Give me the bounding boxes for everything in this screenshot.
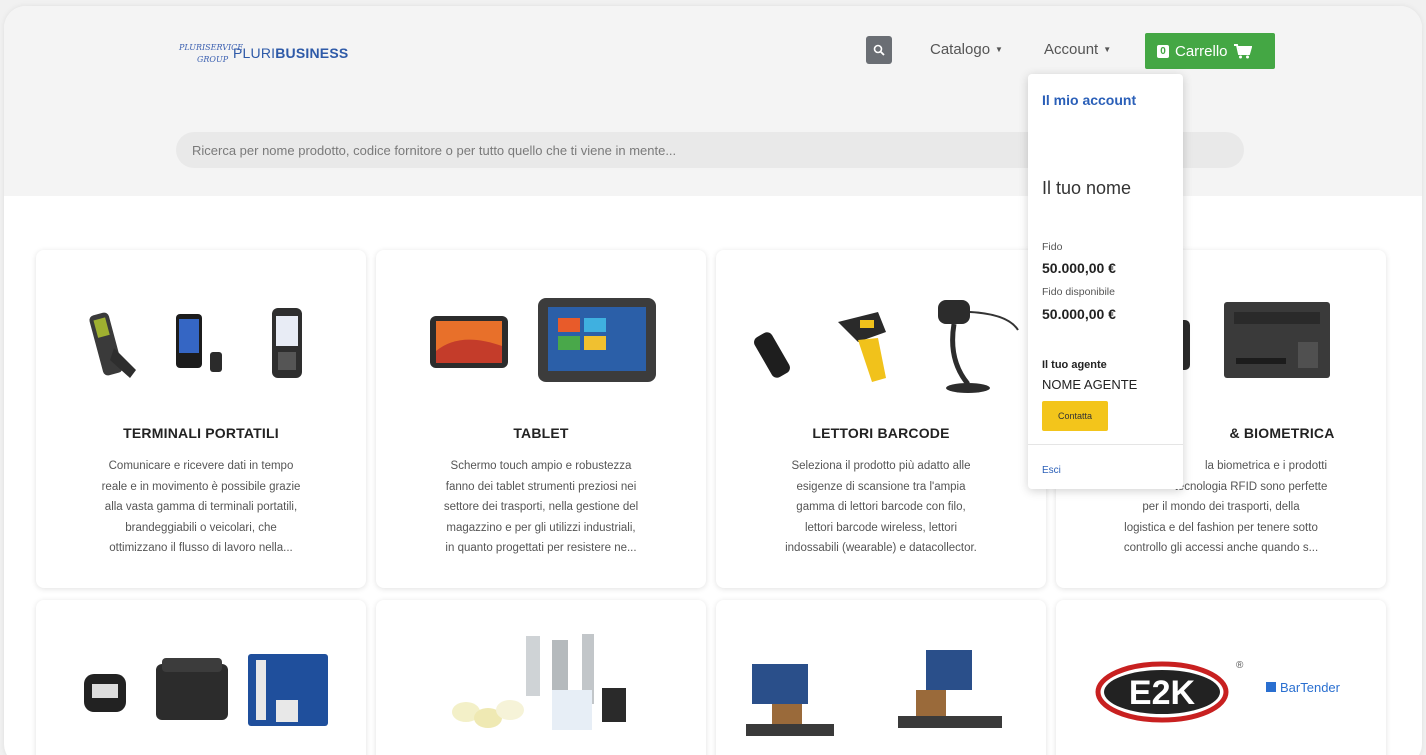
description-line: settore dei trasporti, nella gestione de…	[443, 501, 639, 513]
category-card-stampanti[interactable]	[36, 600, 366, 755]
logo-mark-word: GROUP	[197, 55, 229, 64]
handheld-terminals-image	[89, 308, 302, 378]
pluriservice-group-logo-mark: PLURISERVICE GROUP	[179, 39, 243, 67]
description-line: Schermo touch ampio e robustezza	[450, 460, 632, 472]
credit-value: 50.000,00 €	[1042, 260, 1116, 276]
cart-count-badge: 0	[1157, 44, 1169, 58]
my-account-link[interactable]: Il mio account	[1042, 92, 1136, 108]
agent-label: Il tuo agente	[1042, 359, 1107, 371]
user-name: Il tuo nome	[1042, 178, 1132, 198]
label-printers-image	[84, 654, 328, 726]
category-title: & BIOMETRICA	[1229, 425, 1335, 441]
category-title: TERMINALI PORTATILI	[123, 425, 279, 441]
app-window: PLURISERVICE GROUP PLURIBUSINESS Catalog…	[4, 6, 1422, 755]
e2k-logo-text: E2K	[1129, 674, 1196, 712]
shopping-cart-icon	[1233, 43, 1252, 58]
description-line: alla vasta gamma di terminali portatili,	[104, 501, 298, 513]
account-dropdown: Il mio account Il tuo nome Fido 50.000,0…	[1028, 74, 1183, 489]
description-line: fanno dei tablet strumenti preziosi nei	[445, 480, 637, 493]
category-card-terminali[interactable]: TERMINALI PORTATILI Comunicare e ricever…	[36, 250, 366, 588]
bartender-logo-text: BarTender	[1280, 680, 1341, 695]
category-card-etichettatrici[interactable]	[716, 600, 1046, 755]
description-line: Comunicare e ricevere dati in tempo	[108, 460, 294, 472]
category-card-tablet[interactable]: TABLET Schermo touch ampio e robustezza …	[376, 250, 706, 588]
category-title: LETTORI BARCODE	[812, 425, 950, 441]
e2k-bartender-logos: E2K ® BarTender	[1095, 660, 1341, 723]
labeling-machines-image	[746, 650, 1002, 736]
available-credit-value: 50.000,00 €	[1042, 306, 1116, 322]
logout-link[interactable]: Esci	[1042, 465, 1061, 476]
search-icon	[873, 44, 885, 56]
category-description: Schermo touch ampio e robustezza fanno d…	[404, 456, 678, 559]
logo-text: PLURIBUSINESS	[233, 45, 348, 61]
description-line: esigenze di scansione tra l'ampia	[796, 480, 966, 493]
logo-text-bold: BUSINESS	[275, 45, 349, 61]
barcode-scanners-image	[754, 300, 1019, 393]
logo-mark-word: PLURISERVICE	[179, 43, 244, 52]
site-header: PLURISERVICE GROUP PLURIBUSINESS Catalog…	[4, 6, 1422, 196]
description-line: reale e in movimento è possibile grazie	[101, 480, 301, 493]
description-line: indossabili (wearable) e datacollector.	[785, 542, 977, 554]
description-line: Seleziona il prodotto più adatto alle	[791, 460, 971, 472]
category-card-consumabili[interactable]	[376, 600, 706, 755]
catalog-menu[interactable]: Catalogo ▼	[930, 41, 1003, 58]
description-line: brandeggiabili o veicolari, che	[125, 521, 277, 534]
caret-down-icon: ▼	[995, 45, 1003, 54]
category-description: Seleziona il prodotto più adatto alle es…	[744, 456, 1018, 559]
registered-mark: ®	[1236, 660, 1244, 671]
caret-down-icon: ▼	[1103, 45, 1112, 54]
account-menu[interactable]: Account ▼	[1044, 41, 1111, 58]
available-credit-label: Fido disponibile	[1042, 286, 1115, 298]
cart-label: Carrello	[1175, 42, 1228, 60]
credit-label: Fido	[1042, 241, 1063, 253]
description-line: in quanto progettati per resistere ne...	[445, 542, 637, 554]
description-line: gamma di lettori barcode con filo,	[796, 501, 966, 513]
description-line: logistica e del fashion per tenere sotto	[1124, 521, 1318, 534]
description-line: per il mondo dei trasporti, della	[1142, 501, 1300, 513]
account-menu-label: Account	[1044, 41, 1099, 58]
category-card-software[interactable]: E2K ® BarTender	[1056, 600, 1386, 755]
search-button[interactable]	[866, 36, 892, 64]
description-line: lettori barcode wireless, lettori	[804, 521, 958, 534]
catalog-menu-label: Catalogo	[930, 41, 991, 58]
category-description: Comunicare e ricevere dati in tempo real…	[64, 456, 338, 559]
pluribusiness-logo[interactable]: PLURISERVICE GROUP PLURIBUSINESS	[179, 39, 348, 67]
category-card-lettori-barcode[interactable]: LETTORI BARCODE Seleziona il prodotto pi…	[716, 250, 1046, 588]
contact-agent-button[interactable]: Contatta	[1042, 401, 1108, 431]
category-title: TABLET	[513, 425, 569, 441]
rugged-tablets-image	[430, 298, 656, 382]
cart-button[interactable]: 0 Carrello	[1145, 33, 1275, 69]
menu-divider	[1028, 444, 1183, 445]
labels-ribbons-image	[452, 634, 626, 730]
agent-name: NOME AGENTE	[1042, 377, 1138, 392]
description-line: controllo gli accessi anche quando s...	[1123, 542, 1319, 554]
description-line: magazzino e per gli utilizzi industriali…	[446, 521, 636, 534]
description-line: ottimizzano il flusso di lavoro nella...	[109, 542, 293, 554]
